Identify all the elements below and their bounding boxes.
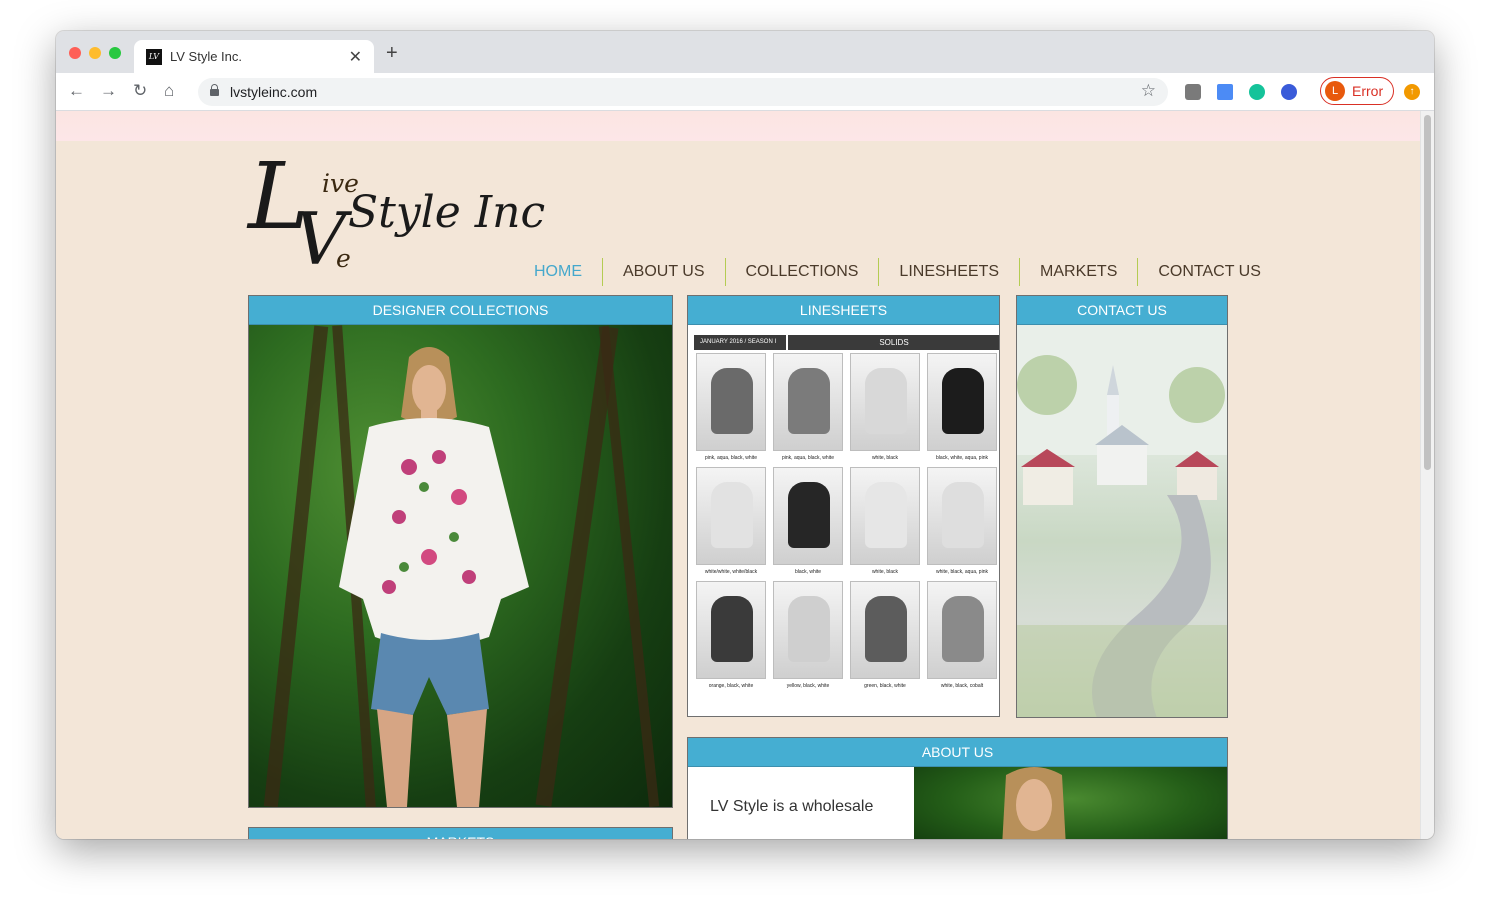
linesheet-caption: white, black <box>871 569 899 575</box>
title-bar: LV LV Style Inc. ✕ + <box>56 31 1434 73</box>
linesheet-caption: green, black, white <box>864 683 906 689</box>
designer-collections-panel[interactable]: DESIGNER COLLECTIONS <box>248 295 673 808</box>
reload-icon[interactable]: ↻ <box>133 81 147 101</box>
extension-ib-icon[interactable] <box>1185 84 1201 100</box>
home-icon[interactable]: ⌂ <box>164 81 174 101</box>
update-icon[interactable]: ↑ <box>1404 84 1420 100</box>
minimize-window-button[interactable] <box>89 47 101 59</box>
linesheet-item <box>773 467 843 565</box>
markets-heading: MARKETS <box>249 828 672 839</box>
garment-photo <box>942 368 984 434</box>
linesheet-caption: white, black <box>871 455 899 461</box>
lock-icon <box>210 84 219 96</box>
village-painting[interactable] <box>1017 325 1227 717</box>
profile-status-text: Error <box>1352 83 1384 99</box>
linesheet-item <box>927 353 997 451</box>
logo-e: e <box>336 244 351 273</box>
nav-home[interactable]: HOME <box>514 258 602 286</box>
linesheet-title: SOLIDS <box>788 335 999 350</box>
linesheet-caption: pink, aqua, black, white <box>782 455 834 461</box>
tab-title: LV Style Inc. <box>170 49 243 64</box>
close-window-button[interactable] <box>69 47 81 59</box>
linesheet-caption: white/white, white/black <box>704 569 758 575</box>
page-scrollbar[interactable] <box>1420 111 1434 839</box>
linesheets-panel[interactable]: LINESHEETS JANUARY 2016 / SEASON I SOLID… <box>687 295 1000 717</box>
nav-linesheets[interactable]: LINESHEETS <box>878 258 1019 286</box>
designer-collections-heading: DESIGNER COLLECTIONS <box>249 296 672 325</box>
browser-window: LV LV Style Inc. ✕ + ← → ↻ ⌂ lvstyleinc.… <box>56 31 1434 839</box>
linesheet-item <box>696 353 766 451</box>
garment-photo <box>788 368 830 434</box>
close-tab-icon[interactable]: ✕ <box>349 47 362 67</box>
logo-style-inc: Style Inc <box>348 187 546 238</box>
designer-collections-photo[interactable] <box>249 325 672 807</box>
maximize-window-button[interactable] <box>109 47 121 59</box>
markets-panel[interactable]: MARKETS <box>248 827 673 839</box>
linesheet-item <box>696 581 766 679</box>
garment-photo <box>711 596 753 662</box>
about-us-heading: ABOUT US <box>688 738 1227 767</box>
linesheet-item <box>927 467 997 565</box>
browser-toolbar: ← → ↻ ⌂ lvstyleinc.com ☆ L Error ↑ <box>56 73 1434 111</box>
garment-photo <box>788 482 830 548</box>
extension-docs-icon[interactable] <box>1217 84 1233 100</box>
garment-photo <box>711 482 753 548</box>
linesheet-image[interactable]: JANUARY 2016 / SEASON I SOLIDS pink, aqu… <box>692 335 999 689</box>
extension-rocket-icon[interactable] <box>1281 84 1297 100</box>
avatar: L <box>1325 81 1345 101</box>
contact-us-panel[interactable]: CONTACT US <box>1016 295 1228 718</box>
nav-about-us[interactable]: ABOUT US <box>602 258 725 286</box>
browser-tab[interactable]: LV LV Style Inc. ✕ <box>134 40 374 73</box>
linesheet-item <box>927 581 997 679</box>
linesheet-item <box>773 353 843 451</box>
garment-photo <box>788 596 830 662</box>
linesheet-caption: pink, aqua, black, white <box>705 455 757 461</box>
linesheet-item <box>850 353 920 451</box>
garment-photo <box>942 596 984 662</box>
linesheets-heading: LINESHEETS <box>688 296 999 325</box>
linesheet-caption: black, white <box>794 569 822 575</box>
nav-contact-us[interactable]: CONTACT US <box>1137 258 1281 286</box>
linesheet-item <box>850 467 920 565</box>
linesheet-caption: yellow, black, white <box>786 683 830 689</box>
linesheet-season-label: JANUARY 2016 / SEASON I <box>694 335 786 350</box>
main-nav: HOME ABOUT US COLLECTIONS LINESHEETS MAR… <box>514 258 1281 286</box>
about-us-photo[interactable] <box>914 767 1227 839</box>
contact-us-heading: CONTACT US <box>1017 296 1227 325</box>
garment-photo <box>865 482 907 548</box>
linesheet-item <box>850 581 920 679</box>
linesheet-caption: black, white, aqua, pink <box>936 455 988 461</box>
linesheet-caption: orange, black, white <box>708 683 754 689</box>
linesheet-item <box>696 467 766 565</box>
about-us-panel[interactable]: ABOUT US LV Style is a wholesale <box>687 737 1228 839</box>
web-page: L ive V e Style Inc HOME ABOUT US COLLEC… <box>56 111 1420 839</box>
url-text: lvstyleinc.com <box>230 84 318 100</box>
back-icon[interactable]: ← <box>68 81 85 101</box>
garment-photo <box>942 482 984 548</box>
model-figure <box>339 347 529 807</box>
nav-collections[interactable]: COLLECTIONS <box>724 258 879 286</box>
nav-markets[interactable]: MARKETS <box>1019 258 1137 286</box>
linesheet-item <box>773 581 843 679</box>
linesheet-caption: white, black, cobalt <box>940 683 984 689</box>
garment-photo <box>865 368 907 434</box>
profile-error-button[interactable]: L Error <box>1320 77 1394 105</box>
garment-photo <box>865 596 907 662</box>
scrollbar-thumb[interactable] <box>1424 115 1431 470</box>
bookmark-star-icon[interactable]: ☆ <box>1141 81 1156 101</box>
garment-photo <box>711 368 753 434</box>
linesheet-caption: white, black, aqua, pink <box>936 569 988 575</box>
forward-icon[interactable]: → <box>100 81 117 101</box>
new-tab-icon[interactable]: + <box>386 43 398 63</box>
site-logo[interactable]: L ive V e Style Inc <box>246 151 546 283</box>
about-us-text: LV Style is a wholesale <box>710 798 874 815</box>
site-favicon-icon: LV <box>146 49 162 65</box>
village-illustration <box>1017 325 1227 717</box>
extension-grammarly-icon[interactable] <box>1249 84 1265 100</box>
top-banner-strip <box>56 111 1420 141</box>
address-bar[interactable]: lvstyleinc.com ☆ <box>198 78 1168 106</box>
